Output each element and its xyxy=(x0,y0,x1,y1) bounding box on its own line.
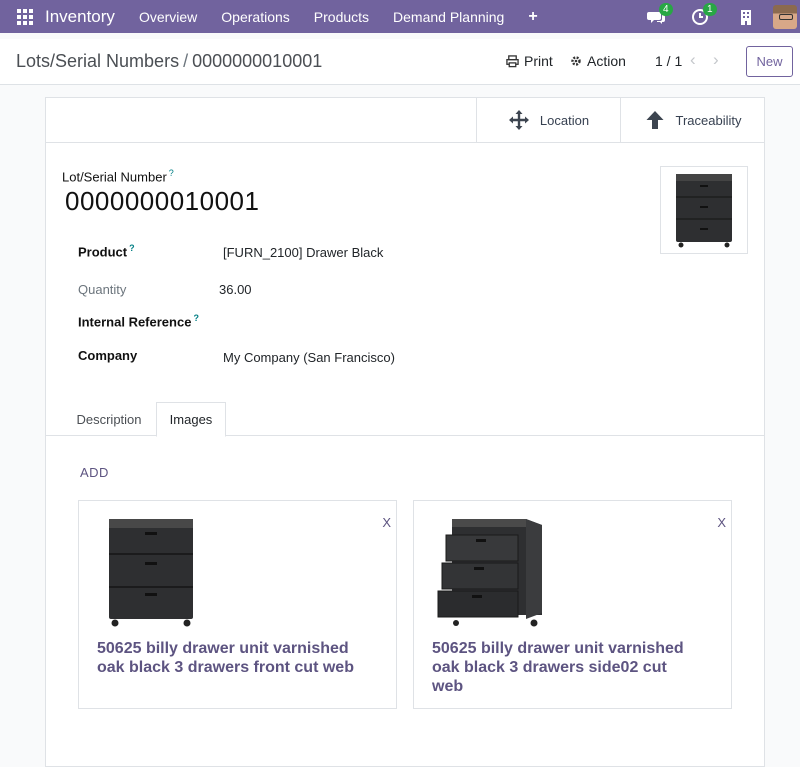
help-icon[interactable]: ? xyxy=(129,243,135,253)
arrows-move-icon xyxy=(508,110,529,130)
image-card-title[interactable]: 50625 billy drawer unit varnished oak bl… xyxy=(432,639,702,696)
location-smart-button[interactable]: Location xyxy=(476,98,620,142)
traceability-label: Traceability xyxy=(675,112,742,128)
menu-products[interactable]: Products xyxy=(302,9,381,25)
breadcrumb-parent-link[interactable]: Lots/Serial Numbers xyxy=(16,51,179,71)
gear-icon xyxy=(571,56,581,66)
quantity-label: Quantity xyxy=(78,282,127,297)
product-label-text: Product xyxy=(78,244,128,260)
company-label: Company xyxy=(78,348,138,363)
image-card-title[interactable]: 50625 billy drawer unit varnished oak bl… xyxy=(97,639,367,677)
print-button[interactable]: Print xyxy=(506,53,553,69)
tab-description[interactable]: Description xyxy=(64,402,154,436)
help-icon[interactable]: ? xyxy=(169,168,174,178)
company-value[interactable]: My Company (San Francisco) xyxy=(223,350,395,365)
internal-reference-label-text: Internal Reference xyxy=(78,314,192,330)
tab-images[interactable]: Images xyxy=(156,402,226,437)
messages-badge: 4 xyxy=(659,2,673,16)
remove-image-button[interactable]: X xyxy=(717,515,726,530)
internal-reference-label: Internal Reference? xyxy=(78,313,199,329)
breadcrumb-current: 0000000010001 xyxy=(192,51,323,71)
notebook-tabs: Description Images xyxy=(46,402,764,437)
breadcrumb: Lots/Serial Numbers/0000000010001 xyxy=(16,51,322,72)
print-icon xyxy=(506,54,519,67)
drawer-side-image xyxy=(437,519,542,627)
control-panel: Lots/Serial Numbers/0000000010001 Print … xyxy=(0,39,800,85)
image-card[interactable]: X 50625 billy drawer unit varnished oak … xyxy=(413,500,732,709)
quantity-value: 36.00 xyxy=(219,282,252,297)
user-avatar[interactable] xyxy=(773,4,797,29)
form-sheet: Location Traceability Lot/Serial Number?… xyxy=(45,97,765,767)
drawer-unit-image xyxy=(676,174,732,248)
menu-overview[interactable]: Overview xyxy=(127,9,209,25)
help-icon[interactable]: ? xyxy=(193,313,199,323)
image-card[interactable]: X 50625 billy drawer unit varnished oak … xyxy=(78,500,397,709)
remove-image-button[interactable]: X xyxy=(382,515,391,530)
pager-previous-icon[interactable]: ‹ xyxy=(690,50,696,70)
new-button[interactable]: New xyxy=(746,46,793,77)
location-label: Location xyxy=(539,112,590,128)
action-button[interactable]: Action xyxy=(570,53,626,69)
pager-value[interactable]: 1 / 1 xyxy=(655,53,682,69)
activities-icon[interactable]: 1 xyxy=(691,2,717,26)
product-value[interactable]: [FURN_2100] Drawer Black xyxy=(223,245,383,260)
action-label: Action xyxy=(587,53,626,69)
print-label: Print xyxy=(524,53,553,69)
menu-operations[interactable]: Operations xyxy=(209,9,301,25)
arrow-up-icon xyxy=(646,111,663,129)
lot-serial-label: Lot/Serial Number? xyxy=(62,168,174,184)
drawer-front-image xyxy=(109,519,193,627)
traceability-smart-button[interactable]: Traceability xyxy=(620,98,764,142)
breadcrumb-separator: / xyxy=(183,51,189,71)
smart-button-box: Location Traceability xyxy=(46,98,764,143)
lot-serial-label-text: Lot/Serial Number xyxy=(62,169,167,185)
product-thumbnail[interactable] xyxy=(660,166,748,254)
company-building-icon[interactable] xyxy=(737,8,755,26)
app-brand[interactable]: Inventory xyxy=(45,7,115,27)
menu-plus-icon[interactable]: + xyxy=(516,8,549,26)
add-image-button[interactable]: ADD xyxy=(80,465,109,480)
activities-badge: 1 xyxy=(703,2,717,16)
menu-demand-planning[interactable]: Demand Planning xyxy=(381,9,516,25)
lot-serial-value[interactable]: 0000000010001 xyxy=(65,186,259,217)
top-navbar: Inventory Overview Operations Products D… xyxy=(0,0,800,33)
messages-icon[interactable]: 4 xyxy=(647,2,673,26)
product-label: Product? xyxy=(78,243,135,259)
apps-menu-icon[interactable] xyxy=(17,8,33,25)
pager-next-icon[interactable]: › xyxy=(713,50,719,70)
